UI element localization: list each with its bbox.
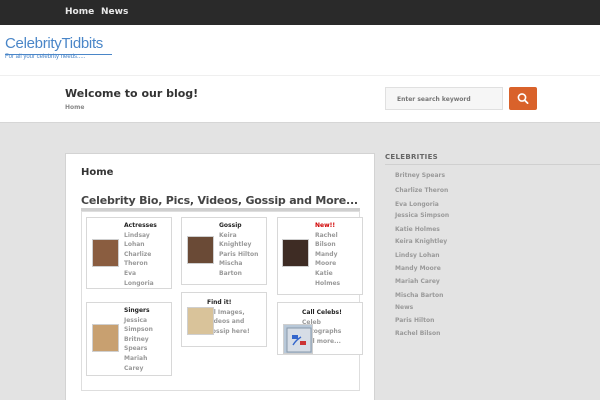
content-subtitle: Celebrity Bio, Pics, Videos, Gossip and … bbox=[81, 194, 358, 207]
card-thumbnail bbox=[187, 236, 214, 264]
search-input[interactable] bbox=[385, 87, 503, 110]
sidebar-item[interactable]: Eva Longoria bbox=[395, 201, 439, 208]
card-line: Lohan bbox=[124, 241, 145, 249]
card-line: Knightley bbox=[219, 241, 252, 249]
card-line: Mischa bbox=[219, 260, 243, 268]
card-gossip[interactable]: Gossip Keira Knightley Paris Hilton Misc… bbox=[181, 217, 267, 285]
card-line: Moore bbox=[315, 260, 337, 268]
sidebar-heading: CELEBRITIES bbox=[385, 153, 438, 161]
site-header: CelebrityTidbits For all your celebrity … bbox=[0, 25, 600, 75]
page-banner: Welcome to our blog! Home bbox=[0, 75, 600, 123]
card-thumbnail bbox=[92, 239, 119, 267]
card-text: Actresses Lindsay Lohan Charlize Theron … bbox=[124, 221, 157, 288]
card-line: Simpson bbox=[124, 326, 153, 334]
sidebar-item[interactable]: Katie Holmes bbox=[395, 226, 440, 233]
card-find-it[interactable]: Find it! All Images, Videos and Gossip h… bbox=[181, 292, 267, 347]
content-title: Home bbox=[81, 167, 114, 178]
card-line: Britney bbox=[124, 335, 149, 343]
card-text: Gossip Keira Knightley Paris Hilton Misc… bbox=[219, 221, 258, 279]
card-line: Mariah bbox=[124, 354, 148, 362]
card-text: New!! Rachel Bilson Mandy Moore Katie Ho… bbox=[315, 221, 340, 288]
card-line: Bilson bbox=[315, 241, 336, 249]
sidebar-rule bbox=[385, 164, 600, 165]
card-text: Singers Jessica Simpson Britney Spears M… bbox=[124, 306, 153, 373]
card-title: Actresses bbox=[124, 222, 157, 229]
card-line: Lindsay bbox=[124, 231, 150, 239]
card-grid: Actresses Lindsay Lohan Charlize Theron … bbox=[81, 211, 363, 391]
page-title: Welcome to our blog! bbox=[65, 87, 199, 100]
sidebar-item[interactable]: Paris Hilton bbox=[395, 317, 434, 324]
search-button[interactable] bbox=[509, 87, 537, 110]
main-content: Home Celebrity Bio, Pics, Videos, Gossip… bbox=[65, 153, 375, 400]
card-line: Paris Hilton bbox=[219, 250, 259, 258]
card-title: New!! bbox=[315, 222, 336, 229]
card-new[interactable]: New!! Rachel Bilson Mandy Moore Katie Ho… bbox=[277, 217, 363, 295]
card-line: Eva bbox=[124, 269, 137, 277]
card-thumbnail bbox=[187, 307, 214, 335]
sidebar-item[interactable]: Charlize Theron bbox=[395, 187, 448, 194]
card-line: Rachel bbox=[315, 231, 338, 239]
card-line: Carey bbox=[124, 364, 144, 372]
phone-icon bbox=[283, 324, 313, 354]
card-line: Charlize bbox=[124, 250, 152, 258]
card-call-celebs[interactable]: Call Celebs! Celeb Autographs and more..… bbox=[277, 302, 363, 355]
sidebar-item[interactable]: Mischa Barton bbox=[395, 292, 443, 299]
sidebar-item[interactable]: Britney Spears bbox=[395, 172, 445, 179]
card-thumbnail bbox=[282, 239, 309, 267]
search-icon bbox=[517, 93, 529, 105]
nav-home[interactable]: Home bbox=[65, 7, 94, 17]
sidebar-item[interactable]: Mandy Moore bbox=[395, 265, 441, 272]
logo-name: CelebrityTidbits bbox=[5, 35, 104, 52]
top-nav: Home News bbox=[0, 0, 600, 25]
card-thumbnail bbox=[92, 324, 119, 352]
card-title: Singers bbox=[124, 307, 150, 314]
card-line: Theron bbox=[124, 260, 148, 268]
card-line: Keira bbox=[219, 231, 237, 239]
sidebar-item[interactable]: News bbox=[395, 304, 413, 311]
phone-glyph bbox=[286, 327, 312, 353]
sidebar-item[interactable]: Rachel Bilson bbox=[395, 330, 440, 337]
card-line: Longoria bbox=[124, 279, 154, 287]
sidebar-item[interactable]: Lindsy Lohan bbox=[395, 252, 440, 259]
sidebar-item[interactable]: Keira Knightley bbox=[395, 238, 447, 245]
logo-rule bbox=[5, 54, 112, 55]
card-singers[interactable]: Singers Jessica Simpson Britney Spears M… bbox=[86, 302, 172, 376]
site-logo[interactable]: CelebrityTidbits For all your celebrity … bbox=[5, 35, 112, 61]
nav-news[interactable]: News bbox=[101, 7, 128, 17]
card-line: Jessica bbox=[124, 316, 148, 324]
card-title: Call Celebs! bbox=[302, 309, 342, 316]
card-title: Gossip bbox=[219, 222, 242, 229]
card-line: Spears bbox=[124, 345, 148, 353]
card-line: Holmes bbox=[315, 279, 341, 287]
card-line: Barton bbox=[219, 269, 242, 277]
breadcrumb[interactable]: Home bbox=[65, 104, 84, 111]
card-line: Mandy bbox=[315, 250, 338, 258]
sidebar-item[interactable]: Mariah Carey bbox=[395, 278, 440, 285]
card-actresses[interactable]: Actresses Lindsay Lohan Charlize Theron … bbox=[86, 217, 172, 289]
card-line: Katie bbox=[315, 269, 333, 277]
sidebar-item[interactable]: Jessica Simpson bbox=[395, 212, 449, 219]
